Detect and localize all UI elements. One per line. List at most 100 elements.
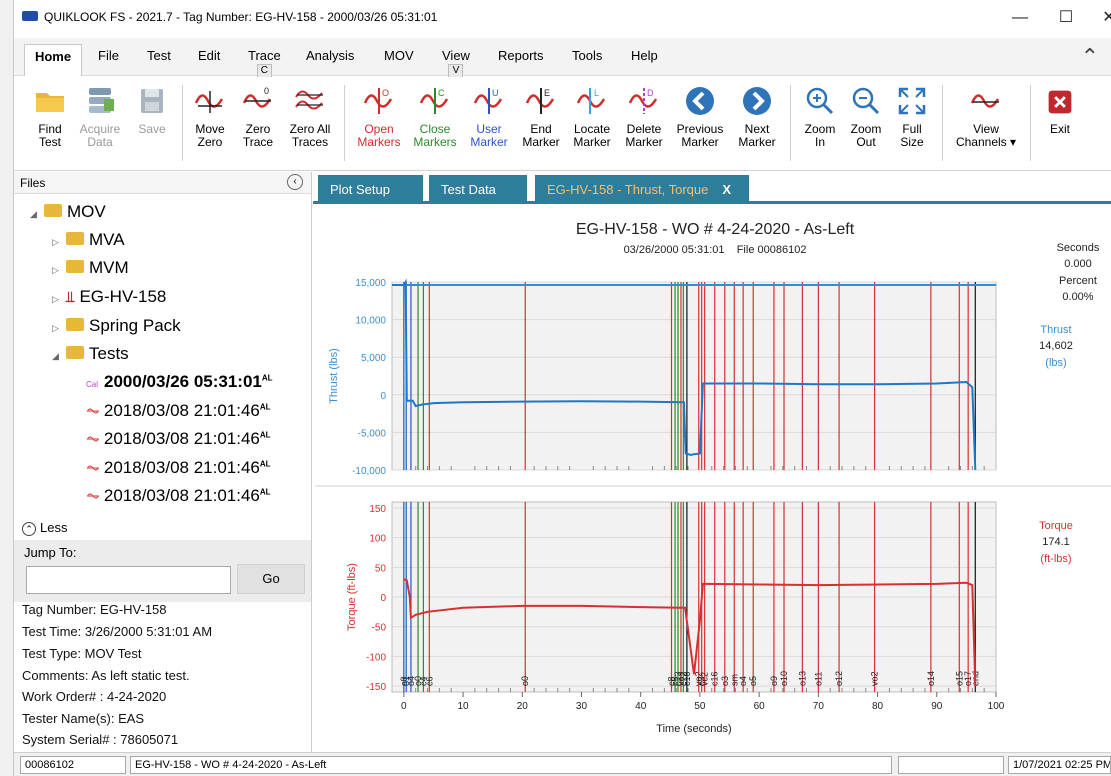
thrust-torque-chart[interactable]: EG-HV-158 - WO # 4-24-2020 - As-Left 03/… [313,204,1111,752]
jump-to-label: Jump To: [24,545,77,560]
zoom-in-button[interactable]: Zoom In [798,81,842,167]
menu-trace[interactable]: Trace C [248,48,281,78]
zero-trace-button[interactable]: 0 Zero Trace [236,81,280,167]
files-panel: Files ‹ ◢ MOV ▷ MVA ▷ MVM ▷ ⫫ EG-HV-158 ▷ Spri… [14,172,312,752]
collapsed-arrow-icon[interactable]: ▷ [52,294,66,305]
expanded-arrow-icon[interactable]: ◢ [30,209,44,220]
info-test-time: Test Time: 3/26/2000 5:31:01 AM [22,624,213,639]
tree-node-mvm[interactable]: ▷ MVM [52,258,129,278]
folder-icon [66,318,84,332]
menu-test[interactable]: Test [147,48,171,63]
go-button[interactable]: Go [237,564,305,594]
user-marker-button[interactable]: U User Marker [466,81,512,167]
view-channels-button[interactable]: View Channels ▾ [950,81,1022,167]
maximize-button[interactable]: ☐ [1043,6,1089,30]
time-axis-label: Time (seconds) [656,723,731,735]
menu-edit[interactable]: Edit [198,48,220,63]
torque-tick-label: -50 [372,623,387,634]
end-marker-label: End Marker [522,122,560,149]
time-tick-label: 10 [457,701,469,712]
tab-thrust-torque-label: EG-HV-158 - Thrust, Torque [547,182,709,197]
tab-close-icon[interactable]: X [722,182,731,197]
open-markers-button[interactable]: O Open Markers [354,81,404,167]
menu-file[interactable]: File [98,48,119,63]
zero-all-traces-button[interactable]: Zero All Traces [284,81,336,167]
time-tick-label: 100 [988,701,1005,712]
menu-reports[interactable]: Reports [498,48,544,63]
marker-label: c6 [424,676,434,686]
expanded-arrow-icon[interactable]: ◢ [52,351,66,362]
menu-mov[interactable]: MOV [384,48,414,63]
info-tag-number: Tag Number: EG-HV-158 [22,602,167,617]
svg-text:D: D [647,88,654,98]
status-description: EG-HV-158 - WO # 4-24-2020 - As-Left [130,756,892,774]
test-item[interactable]: ⏦ 2018/03/08 21:01:46AL [86,429,271,449]
open-marker-icon: O [363,88,393,114]
move-zero-button[interactable]: Move Zero [188,81,232,167]
tree-node-mov[interactable]: ◢ MOV [30,202,106,222]
zoom-in-label: Zoom In [804,122,836,149]
previous-marker-button[interactable]: Previous Marker [672,81,728,167]
find-test-button[interactable]: Find Test [28,81,72,167]
tab-thrust-torque[interactable]: EG-HV-158 - Thrust, Torque X [535,175,749,204]
collapsed-arrow-icon[interactable]: ▷ [52,237,66,248]
delete-marker-label: Delete Marker [625,122,663,149]
collapsed-arrow-icon[interactable]: ▷ [52,265,66,276]
chevron-up-icon: ⌃ [22,522,36,536]
close-button[interactable]: ✕ [1086,6,1111,30]
folder-icon [36,93,64,112]
menu-tools[interactable]: Tools [572,48,602,63]
test-item[interactable]: ⏦ 2018/03/08 21:01:46AL [86,401,271,421]
jump-to-input[interactable] [26,566,231,594]
locate-marker-label: Locate Marker [573,122,611,149]
collapse-panel-icon[interactable]: ‹ [287,174,303,190]
less-toggle[interactable]: ⌃ Less [22,520,67,536]
ribbon-separator [182,85,183,161]
collapsed-arrow-icon[interactable]: ▷ [52,323,66,334]
next-marker-button[interactable]: Next Marker [732,81,782,167]
tab-plot-setup[interactable]: Plot Setup [318,175,423,204]
zoom-out-button[interactable]: Zoom Out [844,81,888,167]
end-marker-button[interactable]: E End Marker [518,81,564,167]
test-item[interactable]: ⏦ 2018/03/08 21:01:46AL [86,486,271,506]
zero-trace-label: Zero Trace [242,122,274,149]
torque-tick-label: 100 [369,534,386,545]
app-window: QUIKLOOK FS - 2021.7 - Tag Number: EG-HV… [0,0,1111,776]
tree-node-label: MOV [67,202,106,221]
collapse-ribbon-icon[interactable]: ⌃ [1081,44,1099,70]
thrust-tick-label: 10,000 [355,316,386,327]
tab-test-data[interactable]: Test Data [429,175,527,204]
tree-node-label: Tests [89,344,129,363]
tree-node-label: MVA [89,230,125,249]
tab-home[interactable]: Home [24,44,82,76]
tree-node-label: EG-HV-158 [79,287,167,306]
tree-node-valve[interactable]: ▷ ⫫ EG-HV-158 [52,287,166,307]
test-item-label: 2018/03/08 21:01:46 [103,429,260,448]
thrust-tick-label: -5,000 [358,428,387,439]
folder-icon [66,260,84,274]
delete-marker-button[interactable]: D Delete Marker [620,81,668,167]
test-item[interactable]: Cal 2000/03/26 05:31:01AL [86,372,273,392]
full-size-button[interactable]: Full Size [890,81,934,167]
tree-node-spring-pack[interactable]: ▷ Spring Pack [52,316,181,336]
acquire-data-button[interactable]: Acquire Data [76,81,124,167]
full-size-label: Full Size [900,122,924,149]
tree-node-tests[interactable]: ◢ Tests [52,344,129,364]
menu-view[interactable]: View V [442,48,470,78]
time-tick-label: 0 [401,701,407,712]
ribbon-separator [344,85,345,161]
locate-marker-button[interactable]: L Locate Marker [568,81,616,167]
menu-analysis[interactable]: Analysis [306,48,354,63]
test-item[interactable]: ⏦ 2018/03/08 21:01:46AL [86,458,271,478]
tree-node-mva[interactable]: ▷ MVA [52,230,125,250]
minimize-button[interactable]: — [997,6,1043,30]
torque-readout-unit: (ft-lbs) [1040,553,1071,565]
marker-label: o12 [834,671,844,686]
save-button[interactable]: Save [130,81,174,167]
torque-readout-label: Torque [1039,520,1073,532]
cal-test-icon: Cal [86,380,99,389]
menu-help[interactable]: Help [631,48,658,63]
close-markers-button[interactable]: C Close Markers [410,81,460,167]
ribbon-separator [1030,85,1031,161]
exit-button[interactable]: Exit [1040,81,1080,167]
